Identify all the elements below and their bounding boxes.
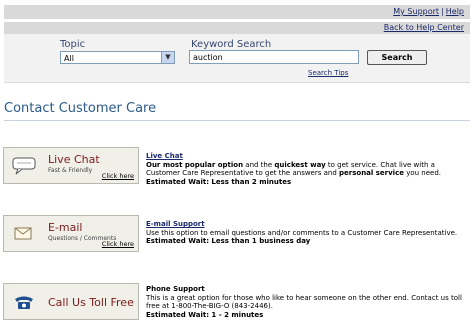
email-description: E-mail Support Use this option to email … [146,220,468,246]
topic-label: Topic [60,39,86,50]
my-support-link[interactable]: My Support [393,7,439,16]
envelope-icon [12,225,36,243]
live-chat-description: Live Chat Our most popular option and th… [146,152,468,186]
live-chat-desc-text-1: and the [243,160,275,169]
live-chat-card[interactable]: Live Chat Fast & Friendly Click here [3,147,139,184]
live-chat-card-subtitle: Fast & Friendly [48,167,93,174]
phone-support-heading: Phone Support [146,285,205,293]
title-divider [4,120,470,121]
search-panel: Topic All ▼ Keyword Search auction Searc… [4,34,470,83]
chat-bubble-icon [12,157,36,175]
email-wait: Estimated Wait: Less than 1 business day [146,237,311,245]
live-chat-heading-link[interactable]: Live Chat [146,152,183,160]
chevron-down-icon[interactable]: ▼ [161,52,174,63]
top-utility-bar: My Support | Help [4,5,470,19]
live-chat-desc-text-3: you need. [403,169,442,177]
phone-desc-text: This is a great option for those who lik… [146,293,462,311]
phone-wait: Estimated Wait: 1 - 2 minutes [146,310,264,319]
email-click-here-link[interactable]: Click here [102,240,134,248]
search-button[interactable]: Search [367,50,427,65]
back-to-help-center-link[interactable]: Back to Help Center [384,23,470,32]
email-card[interactable]: E-mail Questions / Comments Click here [3,215,139,252]
email-desc-text: Use this option to email questions and/o… [146,228,458,237]
topic-selected-value: All [64,54,74,63]
live-chat-desc-bold-2: quickest way [274,160,326,169]
help-link[interactable]: Help [446,7,464,16]
nav-separator: | [441,7,444,16]
telephone-icon [12,293,36,311]
call-toll-free-card[interactable]: Call Us Toll Free [3,283,139,320]
email-support-heading-link[interactable]: E-mail Support [146,220,205,228]
search-tips-link[interactable]: Search Tips [308,69,348,77]
sub-nav-bar: Back to Help Center [4,22,470,34]
live-chat-wait: Estimated Wait: Less than 2 minutes [146,177,292,186]
call-toll-free-card-title: Call Us Toll Free [48,296,134,309]
live-chat-click-here-link[interactable]: Click here [102,172,134,180]
email-card-title: E-mail [48,221,83,234]
topic-select[interactable]: All ▼ [60,51,175,64]
live-chat-desc-bold-3: personal service [339,169,404,177]
keyword-search-input[interactable]: auction [189,50,359,64]
live-chat-desc-bold-1: Our most popular option [146,160,244,169]
live-chat-card-title: Live Chat [48,153,100,166]
phone-description: Phone Support This is a great option for… [146,285,468,319]
page-title: Contact Customer Care [4,101,157,116]
keyword-search-label: Keyword Search [191,39,272,50]
